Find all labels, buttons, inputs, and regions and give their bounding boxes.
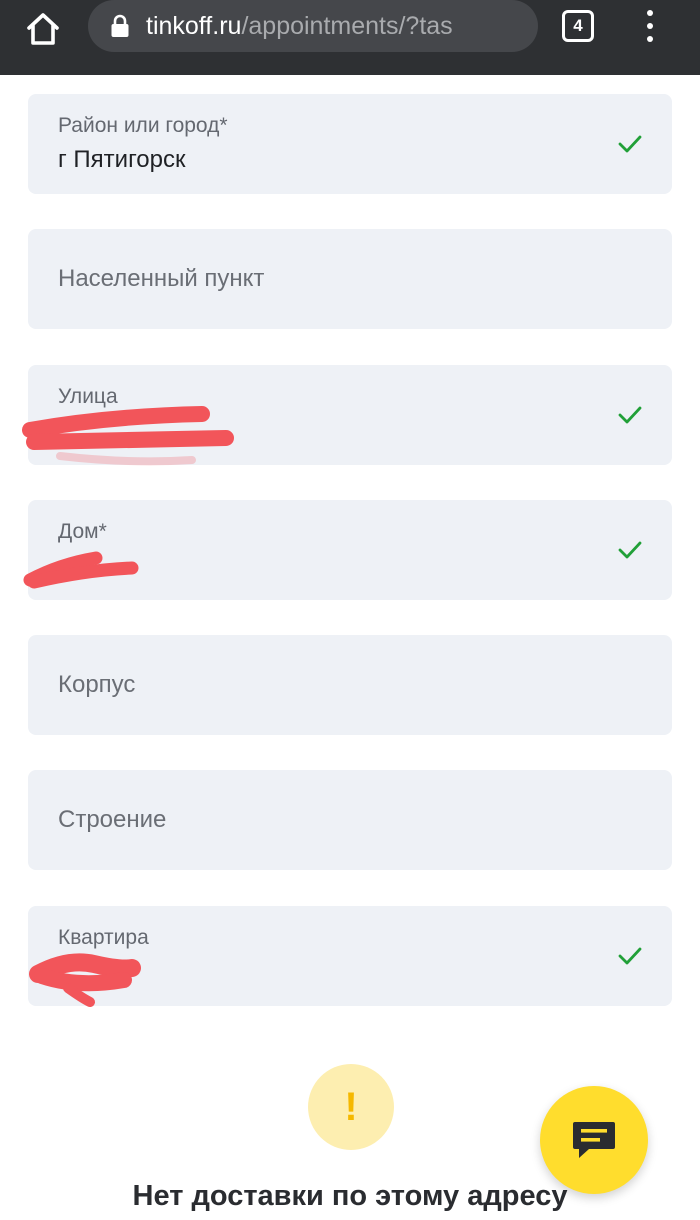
lock-icon <box>111 14 129 37</box>
field-value: г Пятигорск <box>58 146 186 173</box>
home-button[interactable] <box>22 8 64 50</box>
field-label: Район или город* <box>58 114 228 137</box>
field-label: Строение <box>58 806 167 833</box>
field-label: Улица <box>58 385 118 408</box>
browser-menu-button[interactable] <box>636 6 664 46</box>
field-label: Квартира <box>58 926 149 949</box>
field-label: Населенный пункт <box>58 265 265 292</box>
check-icon <box>618 406 642 424</box>
house-field[interactable]: Дом* <box>28 500 672 600</box>
chat-button[interactable] <box>540 1086 648 1194</box>
browser-toolbar: tinkoff.ru/appointments/?tas 4 <box>0 0 700 75</box>
street-field[interactable]: Улица <box>28 365 672 465</box>
address-bar[interactable]: tinkoff.ru/appointments/?tas <box>88 0 538 52</box>
more-vert-icon <box>647 10 653 16</box>
building-block-field[interactable]: Корпус <box>28 635 672 735</box>
structure-field[interactable]: Строение <box>28 770 672 870</box>
check-icon <box>618 135 642 153</box>
warning-badge: ! <box>308 1064 394 1150</box>
home-icon <box>27 13 59 45</box>
apartment-field[interactable]: Квартира <box>28 906 672 1006</box>
chat-icon <box>573 1122 615 1158</box>
check-icon <box>618 541 642 559</box>
url-path: /appointments/?tas <box>241 11 453 40</box>
url-host: tinkoff.ru <box>146 11 242 40</box>
check-icon <box>618 947 642 965</box>
locality-field[interactable]: Населенный пункт <box>28 229 672 329</box>
field-label: Дом* <box>58 520 107 543</box>
field-label: Корпус <box>58 671 136 698</box>
tab-switcher-button[interactable]: 4 <box>562 10 594 42</box>
district-city-field[interactable]: Район или город* г Пятигорск <box>28 94 672 194</box>
exclamation-icon: ! <box>344 1084 358 1129</box>
